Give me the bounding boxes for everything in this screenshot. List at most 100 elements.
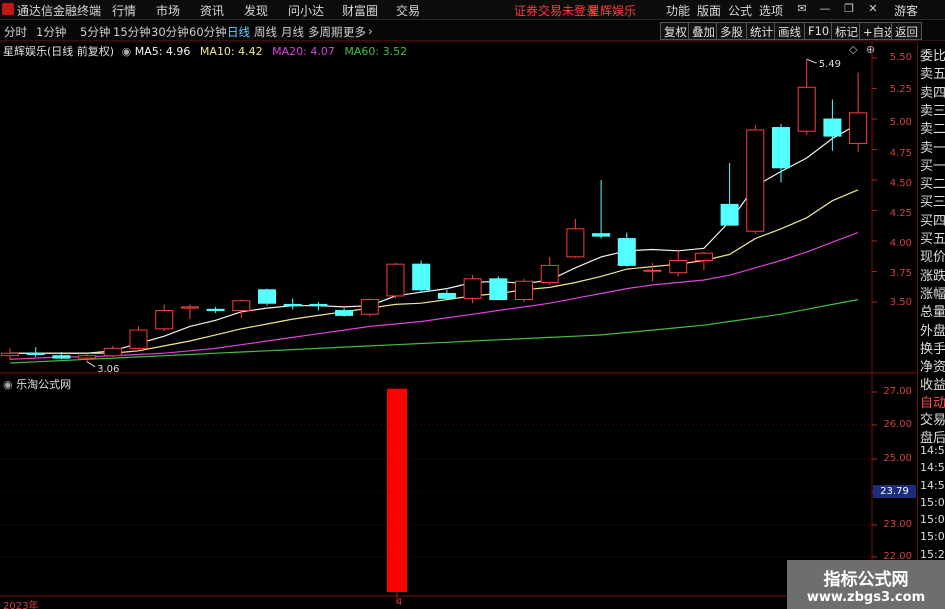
price-tick: 3.75 [889,268,912,279]
order-panel-label: 买五 [920,232,945,247]
candle[interactable] [797,59,816,135]
kline-chart[interactable]: 5.49 3.06 [0,0,917,609]
candle[interactable] [386,262,405,299]
order-panel-label: 15:00 [920,495,945,509]
x-axis-month: 4 [396,597,403,608]
candle[interactable] [489,276,508,301]
candle[interactable] [515,278,533,302]
order-panel-label: 买三 [920,195,945,211]
candle-body [489,278,508,301]
order-panel-label: 买二 [920,177,945,193]
sub-tick: 27.00 [883,386,912,397]
order-panel-label: 15:22 [920,547,945,561]
candle-body [232,300,251,312]
order-panel-label: 涨幅 [920,286,945,302]
order-book-panel: 委比 卖五 卖四 卖三 卖二 卖一 买一 买二 买三 买四 买五 现价 涨跌 涨幅 总量 外盘 换手 净资 收益 自动… [917,42,945,609]
candle-body [78,355,97,359]
price-tick: 4.50 [889,178,912,189]
candle[interactable] [360,298,379,317]
order-panel-label: 14:57 [920,478,945,492]
candle[interactable] [78,353,97,362]
candle-body [258,289,276,304]
high-price-label: 5.49 [819,59,841,70]
order-panel-label: 交易 [920,413,945,429]
order-panel-label: 外盘 [920,323,945,339]
order-panel-label: 委比 [920,49,945,64]
candle-body [335,310,354,316]
order-panel-label: 自动 [920,396,945,411]
price-tick: 4.00 [889,238,912,249]
candle[interactable] [463,275,482,304]
watermark-line2: www.zbgs3.com [806,590,926,605]
order-panel-label: 卖一 [920,140,945,156]
candle-body [180,306,199,309]
candle[interactable] [283,298,302,310]
candle-body [849,112,868,144]
candle-body [1,352,19,357]
candle[interactable] [540,256,559,285]
order-panel-label: 净资 [920,360,945,376]
order-panel-label: 14:56 [920,461,945,475]
candle[interactable] [592,180,611,239]
candle-body [823,118,842,137]
candle-body [643,269,662,272]
order-panel-label: 买一 [920,158,945,174]
indicator-bar [387,388,407,592]
candle[interactable] [232,299,251,318]
candle[interactable] [155,304,174,332]
candle-body [103,347,122,357]
x-axis-year: 2023年 [3,601,39,609]
candle-body [206,308,225,312]
candle[interactable] [437,289,456,300]
candle[interactable] [720,162,739,226]
candle-body [26,352,45,355]
candle-body [129,329,148,349]
candle[interactable] [335,308,354,317]
candle[interactable] [412,260,431,293]
watermark: 指标公式网 www.zbgs3.com [787,560,945,609]
candle-body [386,263,405,297]
candle-body [746,129,765,232]
candle-body [52,355,71,359]
candle[interactable] [617,232,636,267]
candle[interactable] [103,345,122,357]
candle[interactable] [26,347,45,357]
candle-body [797,86,816,132]
order-panel-label: 15:05 [920,530,945,544]
order-panel-label: 卖五 [920,67,945,83]
order-panel-label: 买四 [920,213,945,229]
candle-body [283,303,302,307]
sub-tick: 25.00 [883,453,912,464]
price-tick: 5.50 [889,52,912,63]
candle[interactable] [129,326,148,351]
candle[interactable] [180,304,199,320]
price-tick: 4.25 [889,208,912,219]
low-price-label: 3.06 [97,364,119,375]
price-tick: 4.75 [889,148,912,159]
candle-body [412,263,431,291]
candle-body [540,264,559,283]
order-panel-label: 涨跌 [920,268,945,284]
candle[interactable] [746,125,765,234]
order-panel-label: 卖三 [920,103,945,119]
candle[interactable] [258,288,276,306]
watermark-line1: 指标公式网 [823,570,909,590]
sub-tick: 23.00 [883,519,912,530]
candle-body [515,280,533,301]
candle-body [463,278,482,299]
order-panel-label: 卖四 [920,85,945,101]
order-panel-label: 总量 [920,305,945,321]
candle[interactable] [206,306,225,313]
high-marker-line [806,58,817,64]
candle[interactable] [669,249,688,277]
candle-body [592,233,611,237]
order-panel-label: 卖二 [920,122,945,138]
candle[interactable] [772,123,790,183]
candle[interactable] [566,219,585,259]
candle-body [720,203,739,226]
candle-body [360,299,379,315]
candle-body [309,303,328,307]
ma5-line [10,123,859,354]
candle[interactable] [849,72,868,152]
order-panel-label: 现价 [920,250,945,266]
